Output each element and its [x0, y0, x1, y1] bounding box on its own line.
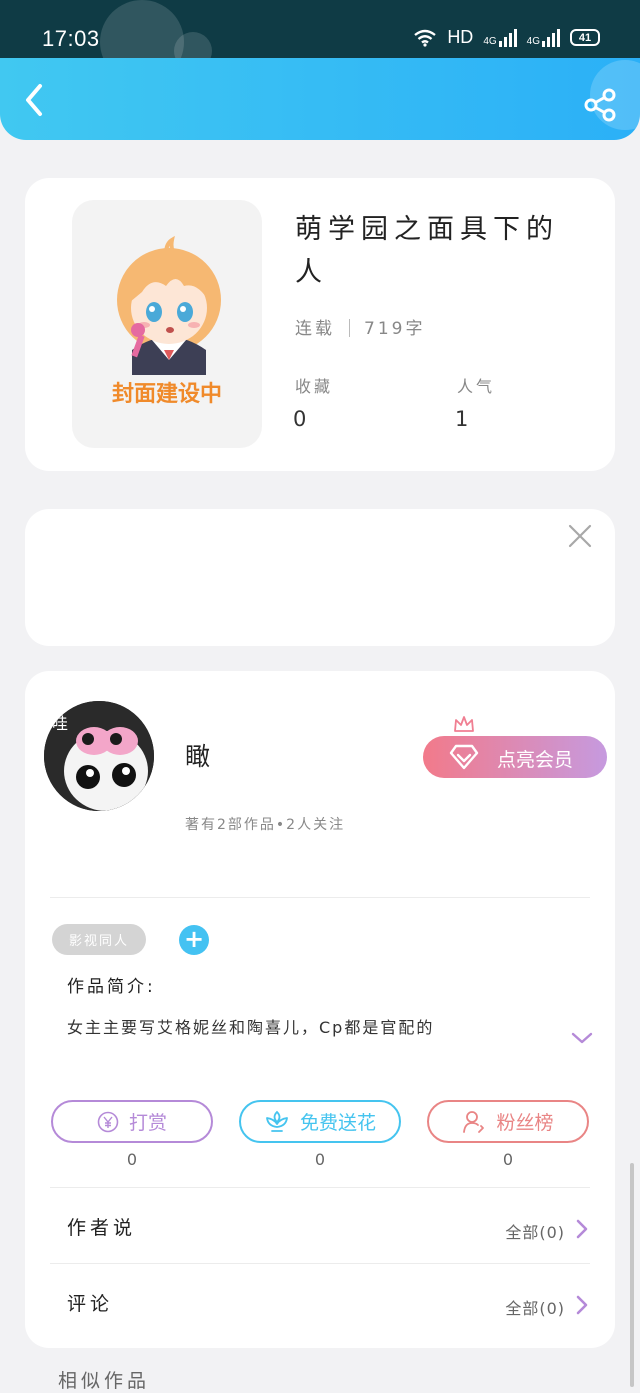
- flower-icon: [266, 1110, 288, 1132]
- wifi-icon: [414, 29, 437, 47]
- cover-placeholder-text: 封面建设中: [111, 382, 222, 407]
- send-flower-label: 免费送花: [299, 1112, 376, 1134]
- fan-ranking-button[interactable]: 粉丝榜: [427, 1100, 589, 1143]
- divider: [50, 1187, 590, 1188]
- author-says-all[interactable]: 全部(0): [505, 1219, 565, 1243]
- vip-button-label: 点亮会员: [497, 749, 574, 771]
- share-icon[interactable]: [582, 88, 618, 122]
- avatar[interactable]: 哇: [44, 701, 154, 811]
- clock: 17:03: [42, 26, 100, 51]
- chevron-right-icon[interactable]: [575, 1218, 589, 1240]
- book-meta: 连载 719字: [295, 314, 425, 339]
- meta-divider: [349, 319, 350, 337]
- flower-count: 0: [314, 1150, 326, 1169]
- genre-tag[interactable]: 影视同人: [52, 924, 146, 955]
- ad-card: [25, 509, 615, 646]
- tip-button-label: 打赏: [128, 1112, 167, 1134]
- tip-button[interactable]: 打赏: [51, 1100, 213, 1143]
- fan-count: 0: [502, 1150, 514, 1169]
- status-bar: 17:03 HD 4G 4G 41: [0, 0, 640, 84]
- status-icons: HD 4G 4G 41: [413, 27, 600, 48]
- favorites-label: 收藏: [295, 377, 334, 396]
- book-cover[interactable]: 封面建设中: [72, 200, 262, 448]
- back-icon[interactable]: [20, 82, 50, 118]
- comments-label: 评论: [67, 1293, 114, 1315]
- signal-type: 4G: [526, 35, 540, 47]
- vip-button[interactable]: 点亮会员: [423, 736, 607, 778]
- word-count: 719字: [364, 319, 426, 339]
- crown-icon: [454, 716, 474, 732]
- comments-all[interactable]: 全部(0): [505, 1295, 565, 1319]
- chevron-down-icon[interactable]: [571, 1031, 593, 1045]
- close-icon[interactable]: [567, 523, 593, 549]
- tip-count: 0: [126, 1150, 138, 1169]
- author-card: 哇 瞰 著有2部作品•2人关注 点亮会员 影视同人 + 作品简介: 女主主要写艾…: [25, 671, 615, 1348]
- popularity-value: 1: [455, 407, 469, 431]
- app-header: [0, 58, 640, 140]
- battery-level: 41: [578, 31, 592, 44]
- author-name[interactable]: 瞰: [185, 737, 210, 773]
- intro-text: 女主主要写艾格妮丝和陶喜儿，Cp都是官配的: [67, 1018, 435, 1037]
- favorites-value: 0: [293, 407, 307, 431]
- scrollbar[interactable]: [630, 1163, 634, 1387]
- divider: [50, 1263, 590, 1264]
- similar-works-heading: 相似作品: [58, 1370, 151, 1392]
- send-flower-button[interactable]: 免费送花: [239, 1100, 401, 1143]
- battery-icon: 41: [570, 29, 600, 46]
- network-type: HD: [447, 27, 474, 47]
- chevron-right-icon[interactable]: [575, 1294, 589, 1316]
- divider: [50, 897, 590, 898]
- svg-text:哇: 哇: [52, 714, 68, 733]
- intro-label: 作品简介:: [67, 977, 156, 997]
- author-summary: 著有2部作品•2人关注: [185, 817, 346, 833]
- fan-icon: [463, 1110, 485, 1133]
- signal-icon: [498, 28, 517, 47]
- book-info-card: 封面建设中 萌学园之面具下的人 连载 719字 收藏 0 人气 1: [25, 178, 615, 471]
- book-title: 萌学园之面具下的人: [295, 214, 559, 288]
- signal-icon: [542, 28, 560, 47]
- author-says-label: 作者说: [67, 1217, 137, 1239]
- book-status: 连载: [295, 319, 335, 339]
- anime-girl-illustration: [117, 235, 221, 375]
- yen-icon: [97, 1111, 119, 1132]
- signal-type: 4G: [483, 35, 497, 47]
- diamond-icon: [449, 744, 479, 770]
- popularity-label: 人气: [457, 377, 496, 396]
- avatar-image: 哇: [44, 701, 154, 811]
- fan-ranking-label: 粉丝榜: [496, 1112, 554, 1134]
- add-tag-button[interactable]: +: [179, 925, 209, 955]
